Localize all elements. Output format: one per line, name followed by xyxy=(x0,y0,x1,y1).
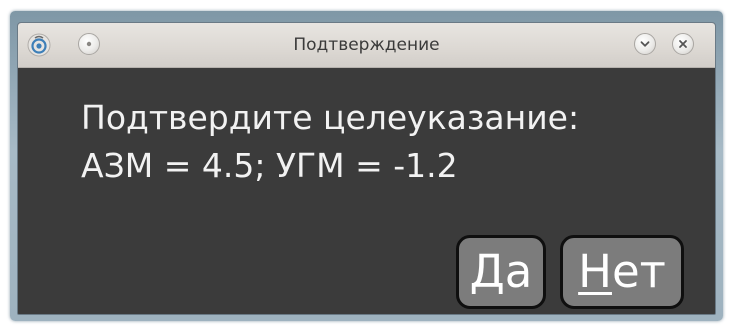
close-button[interactable] xyxy=(672,33,694,55)
dialog-window: Подтверждение Подтвердите целеуказание: … xyxy=(17,22,716,315)
yes-mnemonic: Д xyxy=(469,245,505,298)
titlebar[interactable]: Подтверждение xyxy=(18,23,715,68)
minimize-button[interactable] xyxy=(634,33,656,55)
no-button[interactable]: Нет xyxy=(560,235,684,309)
message-line-1: Подтвердите целеуказание: xyxy=(81,98,580,137)
confirmation-message: Подтвердите целеуказание: АЗМ = 4.5; УГМ… xyxy=(81,94,579,190)
chevron-down-icon xyxy=(640,41,650,47)
no-label-rest: ет xyxy=(611,245,666,298)
window-title: Подтверждение xyxy=(293,35,440,55)
yes-label-rest: а xyxy=(504,245,533,298)
dialog-content: Подтвердите целеуказание: АЗМ = 4.5; УГМ… xyxy=(18,68,715,314)
no-mnemonic: Н xyxy=(578,245,612,298)
message-line-2: АЗМ = 4.5; УГМ = -1.2 xyxy=(81,146,458,185)
close-icon xyxy=(679,40,687,48)
yes-button[interactable]: Да xyxy=(456,235,546,309)
